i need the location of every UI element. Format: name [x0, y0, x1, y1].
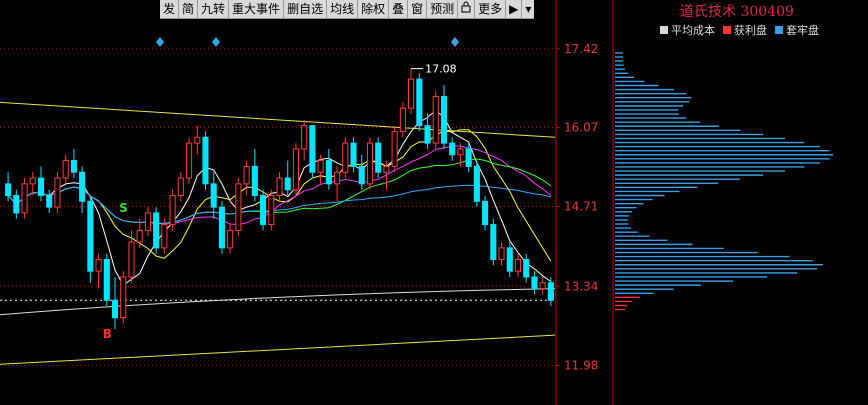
- candle-down: [309, 125, 316, 173]
- candle-up: [62, 160, 69, 179]
- candle-down: [547, 282, 554, 301]
- candle-up: [144, 212, 151, 231]
- high-price-label: 17.08: [425, 63, 457, 76]
- candle-down: [350, 142, 357, 167]
- candle-down: [473, 165, 480, 202]
- candle-up: [383, 165, 390, 173]
- candle-up: [366, 142, 374, 185]
- kline-chart: 17.42 16.07 14.71 13.34 11.98 17.08 S B: [0, 0, 833, 405]
- channel-upper: [0, 101, 556, 138]
- candle-down: [416, 78, 423, 127]
- candle-up: [276, 177, 283, 196]
- candle-up: [317, 160, 324, 173]
- candle-down: [251, 165, 258, 196]
- candle-up: [342, 142, 349, 173]
- candle-down: [46, 194, 53, 208]
- y-tick-label: 17.42: [564, 42, 598, 56]
- candle-down: [153, 212, 160, 249]
- candle-up: [292, 148, 299, 191]
- sell-signal-label: S: [119, 201, 128, 215]
- candle-up: [54, 177, 61, 208]
- y-tick-label: 13.34: [564, 279, 598, 293]
- candle-down: [79, 171, 86, 202]
- chip-distribution: [615, 52, 833, 311]
- candle-up: [408, 78, 415, 109]
- candle-up: [268, 194, 275, 226]
- candle-down: [13, 194, 20, 214]
- candle-up: [136, 229, 143, 243]
- candle-down: [210, 183, 217, 208]
- trend-lines: [0, 101, 556, 365]
- candle-up: [29, 177, 36, 185]
- candle-up: [177, 177, 184, 196]
- buy-signal-label: B: [103, 327, 112, 341]
- y-tick-label: 11.98: [564, 358, 598, 372]
- candle-down: [260, 194, 267, 226]
- candle-up: [539, 282, 546, 290]
- candle-down: [449, 142, 456, 156]
- candle-up: [399, 107, 406, 132]
- candle-down: [37, 177, 45, 196]
- candle-up: [514, 259, 522, 272]
- y-axis-ticks: 17.42 16.07 14.71 13.34 11.98: [556, 42, 598, 372]
- candle-down: [506, 247, 513, 272]
- candle-down: [70, 160, 77, 173]
- candle-down: [5, 183, 12, 196]
- candle-down: [482, 200, 489, 226]
- candle-down: [375, 142, 382, 173]
- candle-down: [490, 224, 497, 261]
- event-marker-icon[interactable]: [451, 37, 459, 47]
- candle-up: [498, 247, 505, 261]
- event-marker-icon[interactable]: [156, 37, 164, 47]
- candle-up: [301, 125, 308, 150]
- candle-down: [465, 148, 472, 167]
- candle-down: [424, 125, 431, 144]
- candle-down: [111, 299, 119, 319]
- candle-up: [169, 194, 176, 226]
- candle-up: [194, 136, 201, 144]
- candle-down: [87, 200, 94, 272]
- candle-up: [120, 276, 127, 319]
- candle-up: [432, 96, 439, 144]
- candle-down: [218, 206, 225, 249]
- event-marker-icon[interactable]: [212, 37, 220, 47]
- candle-up: [334, 171, 341, 185]
- avg-cost-curve: [0, 288, 556, 316]
- candle-down: [325, 160, 332, 185]
- candle-up: [21, 183, 28, 214]
- candle-up: [185, 142, 193, 179]
- candle-down: [440, 96, 448, 144]
- candle-up: [161, 224, 168, 249]
- candle-down: [202, 136, 209, 185]
- candle-up: [243, 165, 250, 185]
- candle-up: [227, 229, 234, 249]
- candle-up: [95, 259, 102, 272]
- candle-up: [391, 130, 398, 167]
- candle-up: [128, 241, 135, 278]
- y-tick-label: 14.71: [564, 200, 598, 214]
- candle-up: [235, 183, 242, 231]
- candle-down: [358, 165, 365, 185]
- candle-down: [284, 177, 291, 191]
- candle-down: [531, 276, 538, 290]
- y-tick-label: 16.07: [564, 120, 598, 134]
- candle-up: [457, 148, 464, 156]
- channel-lower: [0, 334, 556, 365]
- candle-down: [103, 259, 110, 301]
- candle-down: [523, 259, 530, 278]
